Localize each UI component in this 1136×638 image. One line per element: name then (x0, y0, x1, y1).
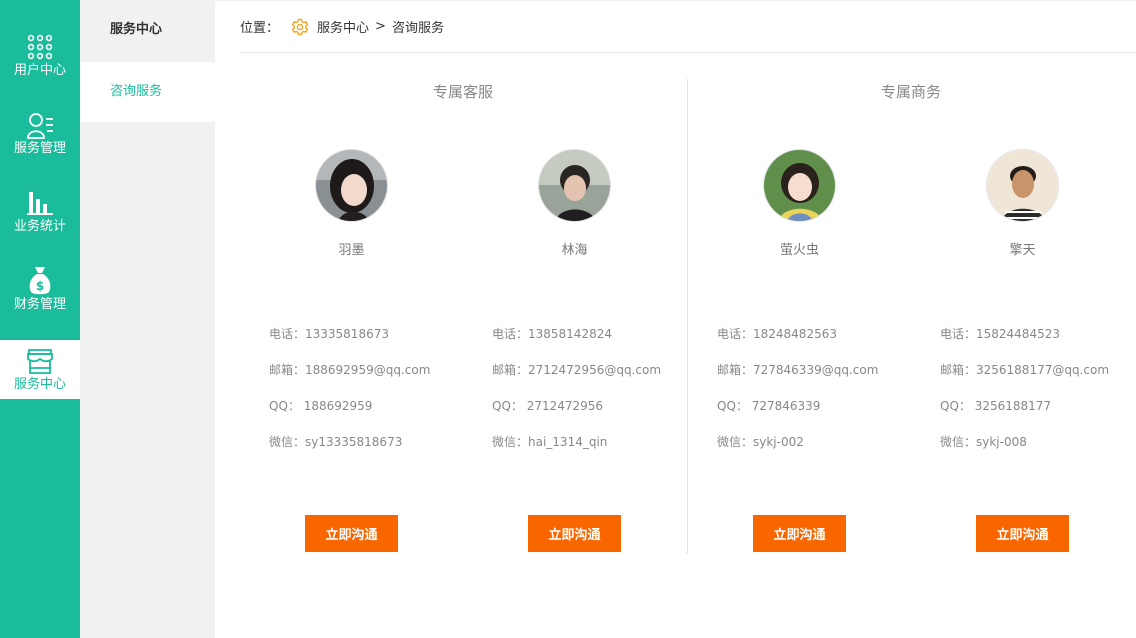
nav-item-user-center[interactable]: 用户中心 (0, 30, 80, 90)
nav-item-finance-management[interactable]: $ 财务管理 (0, 264, 80, 324)
user-list-icon (26, 110, 54, 140)
subnav-title: 服务中心 (110, 22, 163, 37)
nav-item-business-statistics[interactable]: 业务统计 (0, 186, 80, 246)
section-title-customer-service: 专属客服 (432, 83, 493, 101)
nav-item-label: 业务统计 (13, 219, 66, 234)
contact-email: 邮箱：727846339@qq.com (717, 363, 879, 377)
avatar (763, 149, 836, 222)
section-divider (687, 79, 688, 554)
nav-item-service-management[interactable]: 服务管理 (0, 108, 80, 168)
contact-phone: 电话：13335818673 (269, 327, 389, 341)
contact-name: 羽墨 (338, 243, 365, 258)
chat-now-button[interactable]: 立即沟通 (753, 515, 846, 552)
nav-item-label: 财务管理 (13, 297, 66, 312)
avatar (315, 149, 388, 222)
breadcrumb-prefix: 位置： (240, 21, 280, 36)
contact-wechat: 微信：hai_1314_qin (492, 435, 608, 449)
breadcrumb-current: 咨询服务 (391, 21, 444, 36)
primary-sidebar: 用户中心 服务管理 业务统计 $ 财务管理 服务中心 (0, 0, 80, 638)
contact-qq: QQ： 3256188177 (940, 399, 1052, 413)
chat-now-button[interactable]: 立即沟通 (528, 515, 621, 552)
svg-text:$: $ (36, 279, 44, 293)
avatar (538, 149, 611, 222)
main-content: 位置： 服务中心 > 咨询服务 专属客服 专属商务 羽墨 电话：13335818… (215, 0, 1136, 638)
contact-qq: QQ： 727846339 (717, 399, 821, 413)
store-icon (26, 346, 54, 376)
gear-icon (291, 18, 309, 36)
contact-name: 林海 (561, 243, 588, 258)
app: 用户中心 服务管理 业务统计 $ 财务管理 服务中心 服务中心 咨询服务 位置：… (0, 0, 1136, 638)
contact-qq: QQ： 188692959 (269, 399, 373, 413)
secondary-sidebar: 服务中心 咨询服务 (80, 0, 215, 638)
contact-wechat: 微信：sykj-008 (940, 435, 1027, 449)
contact-email: 邮箱：188692959@qq.com (269, 363, 431, 377)
nav-item-label: 服务中心 (13, 377, 66, 392)
subnav-item-consulting[interactable]: 咨询服务 (80, 62, 215, 122)
bar-chart-icon (26, 188, 54, 218)
nav-item-service-center[interactable]: 服务中心 (0, 340, 80, 399)
breadcrumb-link-service-center[interactable]: 服务中心 (317, 17, 369, 36)
contact-qq: QQ： 2712472956 (492, 399, 604, 413)
contact-wechat: 微信：sy13335818673 (269, 435, 403, 449)
chat-now-button[interactable]: 立即沟通 (305, 515, 398, 552)
contact-name: 萤火虫 (779, 243, 819, 258)
breadcrumb-separator: > (375, 19, 386, 34)
section-title-business: 专属商务 (880, 83, 941, 101)
contact-email: 邮箱：3256188177@qq.com (940, 363, 1110, 377)
contact-wechat: 微信：sykj-002 (717, 435, 804, 449)
nav-item-label: 用户中心 (13, 63, 66, 78)
breadcrumb: 位置： 服务中心 > 咨询服务 (240, 1, 1136, 53)
chat-now-button[interactable]: 立即沟通 (976, 515, 1069, 552)
nav-item-label: 服务管理 (13, 141, 66, 156)
contact-phone: 电话：13858142824 (492, 327, 612, 341)
contact-name: 擎天 (1009, 243, 1036, 258)
avatar (986, 149, 1059, 222)
money-bag-icon: $ (28, 266, 52, 296)
contact-email: 邮箱：2712472956@qq.com (492, 363, 662, 377)
contact-phone: 电话：18248482563 (717, 327, 837, 341)
grid-dots-icon (27, 32, 53, 62)
contact-phone: 电话：15824484523 (940, 327, 1060, 341)
